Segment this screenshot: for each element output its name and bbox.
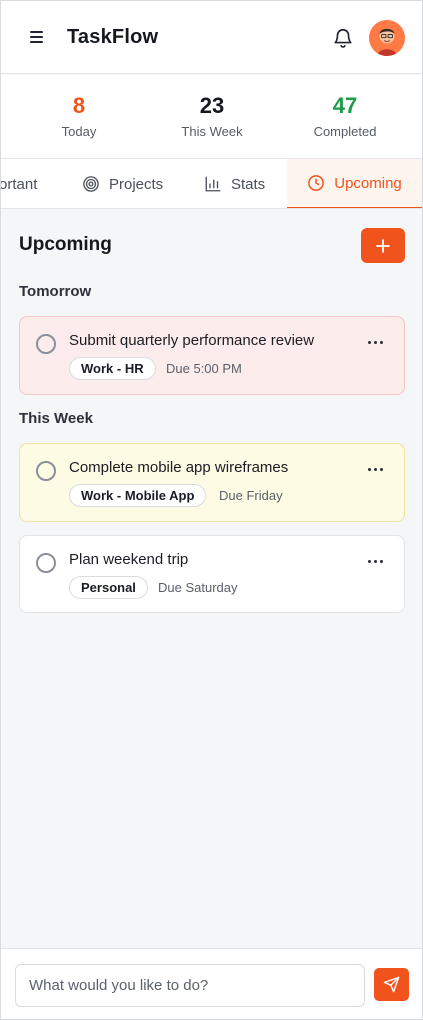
stats-summary: 8 Today 23 This Week 47 Completed	[1, 75, 422, 159]
app-header: TaskFlow	[1, 1, 422, 74]
stat-this-week[interactable]: 23 This Week	[152, 92, 272, 139]
bell-icon[interactable]	[332, 27, 354, 49]
stat-value: 47	[332, 93, 358, 118]
stat-value: 8	[72, 93, 86, 118]
stat-today[interactable]: 8 Today	[19, 92, 139, 139]
task-tag: Personal	[69, 576, 148, 599]
group-label-this-week: This Week	[19, 410, 93, 427]
view-tabs: ortant Projects Stats Upcoming	[1, 159, 422, 209]
task-card[interactable]: Complete mobile app wireframes Work - Mo…	[19, 443, 405, 522]
tab-important[interactable]: ortant	[1, 159, 38, 208]
task-tag: Work - HR	[69, 357, 156, 380]
target-icon	[83, 176, 99, 192]
more-options-icon[interactable]	[366, 461, 386, 477]
tab-label: Projects	[109, 175, 164, 193]
stat-label: Completed	[313, 124, 377, 139]
more-options-icon[interactable]	[366, 553, 386, 569]
task-title: Plan weekend trip	[69, 551, 189, 568]
task-due: Due Friday	[219, 488, 283, 503]
clock-icon	[308, 175, 325, 191]
task-checkbox[interactable]	[36, 553, 56, 573]
app-title: TaskFlow	[67, 26, 159, 48]
task-title: Submit quarterly performance review	[69, 332, 315, 349]
tab-upcoming[interactable]: Upcoming	[287, 159, 422, 208]
tab-projects[interactable]: Projects	[82, 159, 164, 208]
task-card[interactable]: Plan weekend trip Personal Due Saturday	[19, 535, 405, 613]
task-due: Due Saturday	[158, 580, 238, 595]
tab-label: Stats	[231, 175, 266, 193]
group-label-tomorrow: Tomorrow	[19, 283, 92, 300]
send-button[interactable]	[374, 968, 409, 1001]
page-title: Upcoming	[19, 234, 112, 255]
tab-label: Upcoming	[334, 174, 402, 192]
task-title: Complete mobile app wireframes	[69, 459, 289, 476]
bar-chart-icon	[205, 176, 221, 192]
task-checkbox[interactable]	[36, 334, 56, 354]
stat-label: This Week	[181, 124, 243, 139]
command-input[interactable]	[15, 964, 365, 1007]
more-options-icon[interactable]	[366, 334, 386, 350]
task-card[interactable]: Submit quarterly performance review Work…	[19, 316, 405, 395]
task-checkbox[interactable]	[36, 461, 56, 481]
task-due: Due 5:00 PM	[166, 361, 242, 376]
plus-icon	[376, 238, 390, 253]
stat-label: Today	[61, 124, 97, 139]
task-tag: Work - Mobile App	[69, 484, 207, 507]
command-composer	[1, 948, 422, 1019]
send-icon	[383, 976, 400, 993]
tab-stats[interactable]: Stats	[204, 159, 266, 208]
hamburger-menu-icon[interactable]	[29, 29, 45, 45]
add-task-button[interactable]	[361, 228, 405, 263]
tab-label: ortant	[1, 175, 38, 193]
user-avatar[interactable]	[369, 20, 405, 56]
stat-completed[interactable]: 47 Completed	[285, 92, 405, 139]
stat-value: 23	[199, 93, 225, 118]
app-frame: TaskFlow 8 Today 23 This Week 47 Complet…	[0, 0, 423, 1020]
